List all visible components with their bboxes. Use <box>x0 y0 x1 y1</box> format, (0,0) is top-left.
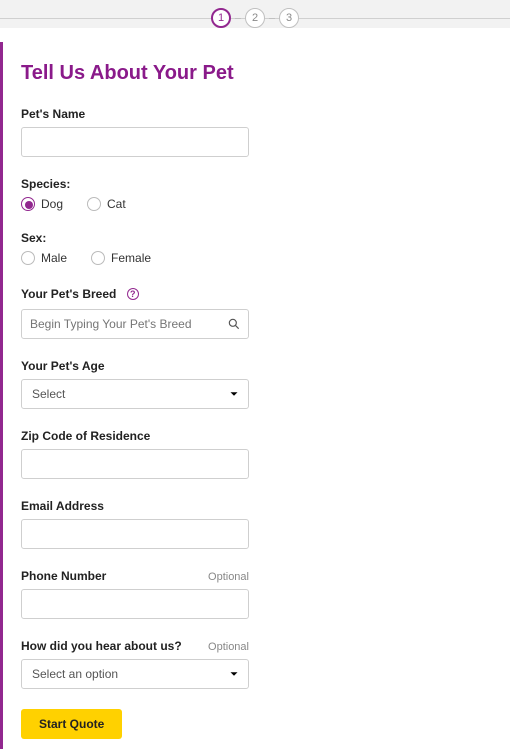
sex-male-radio[interactable]: Male <box>21 251 67 265</box>
radio-label: Cat <box>107 197 126 211</box>
email-input[interactable] <box>21 519 249 549</box>
chevron-down-icon <box>227 667 241 681</box>
radio-icon <box>87 197 101 211</box>
progress-stepper: 1 2 3 <box>0 0 510 28</box>
sex-label: Sex: <box>21 231 46 245</box>
age-select[interactable]: Select <box>21 379 249 409</box>
pet-name-label: Pet's Name <box>21 107 85 121</box>
age-label: Your Pet's Age <box>21 359 105 373</box>
phone-field: Phone Number Optional <box>21 569 270 619</box>
breed-label: Your Pet's Breed <box>21 287 116 301</box>
hear-field: How did you hear about us? Optional Sele… <box>21 639 270 689</box>
radio-icon <box>21 251 35 265</box>
step-3[interactable]: 3 <box>279 8 299 28</box>
step-2[interactable]: 2 <box>245 8 265 28</box>
zip-field: Zip Code of Residence <box>21 429 270 479</box>
species-field: Species: Dog Cat <box>21 177 270 211</box>
hear-label: How did you hear about us? <box>21 639 182 653</box>
zip-label: Zip Code of Residence <box>21 429 150 443</box>
chevron-down-icon <box>227 387 241 401</box>
phone-label: Phone Number <box>21 569 106 583</box>
sex-female-radio[interactable]: Female <box>91 251 151 265</box>
start-quote-button[interactable]: Start Quote <box>21 709 122 739</box>
breed-field: Your Pet's Breed ? <box>21 285 270 339</box>
stepper-steps: 1 2 3 <box>211 8 299 28</box>
species-label: Species: <box>21 177 70 191</box>
pet-name-field: Pet's Name <box>21 107 270 157</box>
step-1[interactable]: 1 <box>211 8 231 28</box>
species-dog-radio[interactable]: Dog <box>21 197 63 211</box>
hear-selected: Select an option <box>32 667 118 681</box>
search-icon <box>227 317 241 331</box>
radio-label: Female <box>111 251 151 265</box>
zip-input[interactable] <box>21 449 249 479</box>
step-separator <box>269 18 275 19</box>
species-cat-radio[interactable]: Cat <box>87 197 126 211</box>
page-title: Tell Us About Your Pet <box>21 62 281 85</box>
help-icon[interactable]: ? <box>127 288 139 300</box>
phone-input[interactable] <box>21 589 249 619</box>
age-selected: Select <box>32 387 65 401</box>
age-field: Your Pet's Age Select <box>21 359 270 409</box>
hear-select[interactable]: Select an option <box>21 659 249 689</box>
radio-label: Male <box>41 251 67 265</box>
email-field: Email Address <box>21 499 270 549</box>
radio-label: Dog <box>41 197 63 211</box>
phone-optional: Optional <box>208 571 249 583</box>
email-label: Email Address <box>21 499 104 513</box>
hear-optional: Optional <box>208 641 249 653</box>
radio-icon <box>21 197 35 211</box>
sex-field: Sex: Male Female <box>21 231 270 265</box>
pet-form-card: Tell Us About Your Pet Pet's Name Specie… <box>0 42 270 749</box>
step-separator <box>235 18 241 19</box>
pet-name-input[interactable] <box>21 127 249 157</box>
breed-input[interactable] <box>21 309 249 339</box>
radio-icon <box>91 251 105 265</box>
